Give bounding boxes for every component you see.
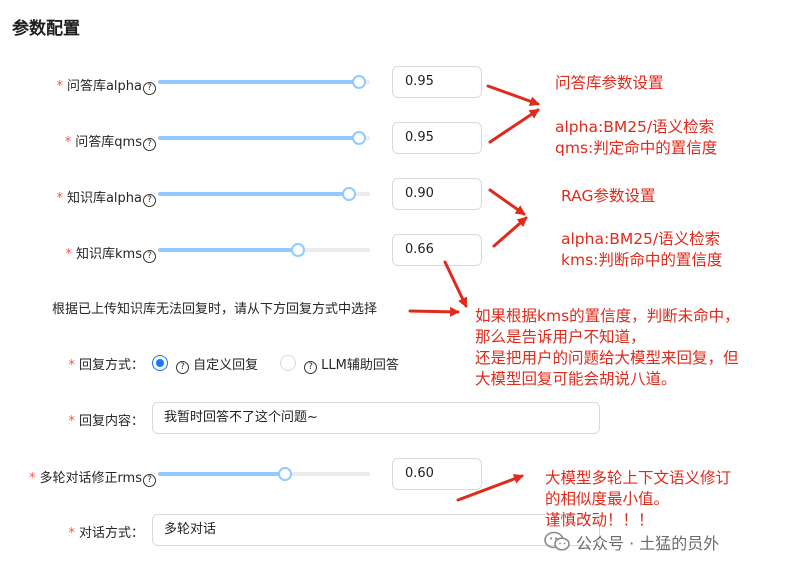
annotation-fallback-1: 如果根据kms的置信度，判断未命中， — [475, 307, 740, 325]
annotation-qa-title: 问答库参数设置 — [555, 74, 664, 92]
annotation-rag-title: RAG参数设置 — [561, 187, 656, 205]
arrow-kb-kms — [492, 216, 528, 248]
arrow-qa-qms — [488, 108, 540, 144]
arrow-qa-alpha — [486, 84, 540, 106]
annotation-multi-3: 谨慎改动！！！ — [545, 511, 654, 529]
annotation-multi-1: 大模型多轮上下文语义修订 — [545, 469, 732, 487]
arrow-kb-alpha — [488, 188, 526, 216]
annotation-qa-desc-1: alpha:BM25/语义检索 — [555, 118, 715, 136]
wechat-icon — [544, 531, 570, 551]
annotation-fallback-2: 那么是告诉用户不知道， — [475, 328, 646, 346]
annotation-qa-desc-2: qms:判定命中的置信度 — [555, 139, 718, 157]
watermark-text: 公众号 · 土猛的员外 — [576, 534, 720, 553]
annotation-fallback-3: 还是把用户的问题给大模型来回复，但 — [475, 349, 739, 367]
annotation-multi-2: 的相似度最小值。 — [545, 490, 670, 508]
annotation-rag-desc-2: kms:判断命中的置信度 — [561, 251, 723, 269]
arrow-rms — [456, 474, 524, 502]
arrow-kms-to-note — [443, 260, 468, 308]
arrow-hint-to-note — [408, 306, 460, 317]
annotation-fallback-4: 大模型回复可能会胡说八道。 — [475, 370, 677, 388]
annotation-rag-desc-1: alpha:BM25/语义检索 — [561, 230, 721, 248]
